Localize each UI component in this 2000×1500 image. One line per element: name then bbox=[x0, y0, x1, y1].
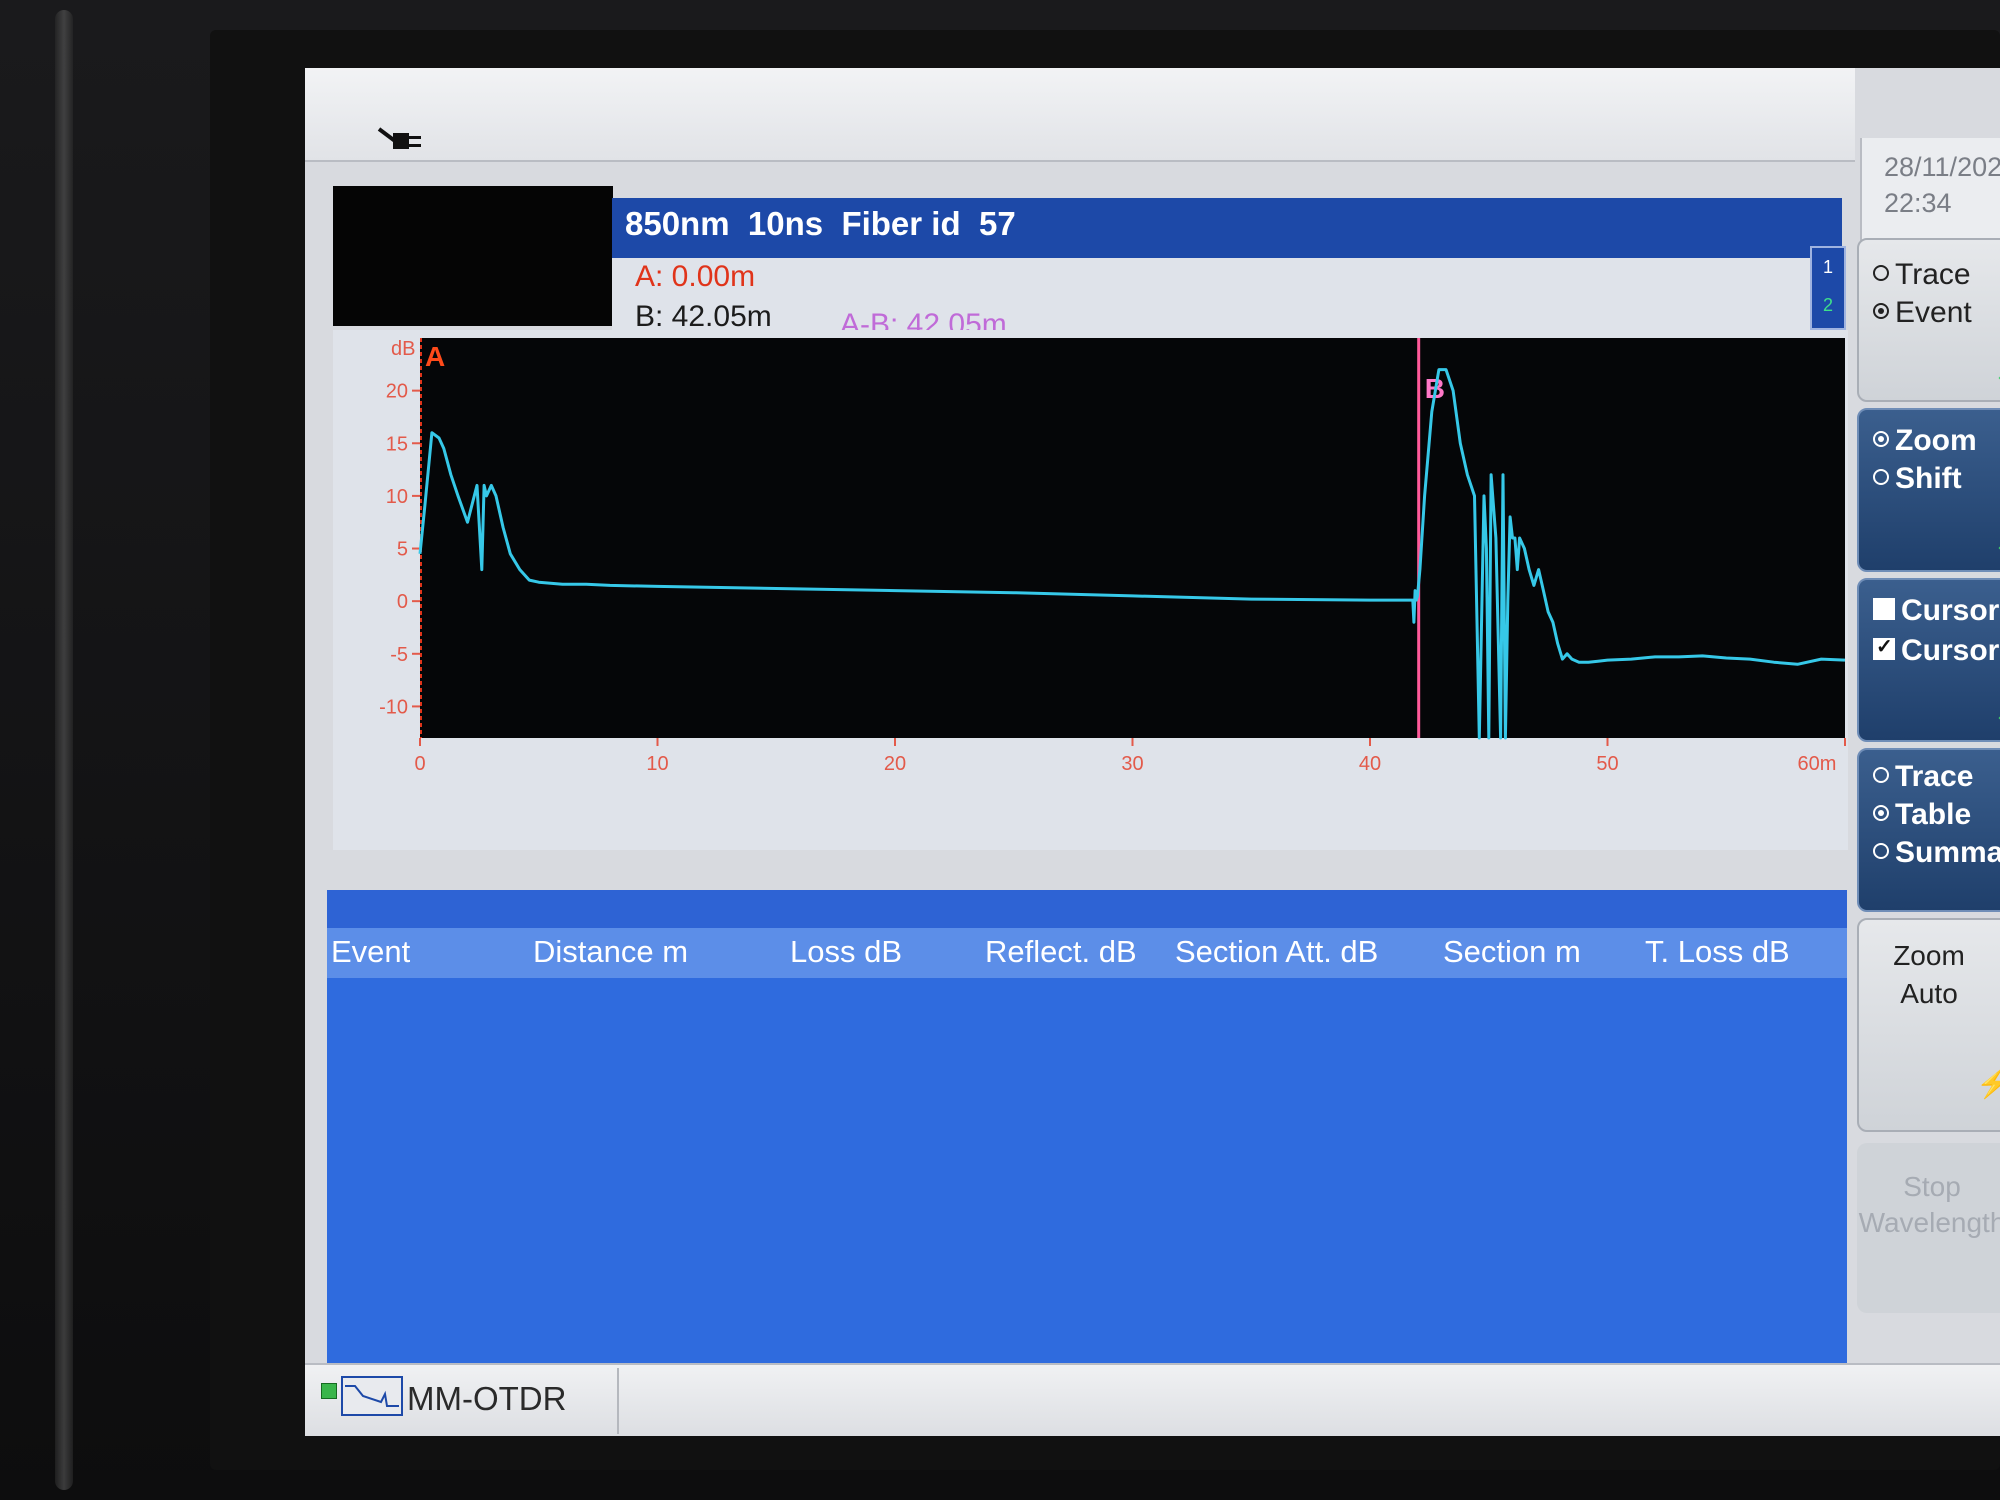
table-top-band bbox=[327, 890, 1847, 930]
y-tick-label: 0 bbox=[397, 591, 408, 613]
lightning-icon: ⚡ bbox=[1976, 1068, 2000, 1099]
x-tick-label: 60m bbox=[1798, 753, 1837, 775]
trace-title: 850nm 10ns Fiber id 57 bbox=[625, 205, 1016, 242]
y-tick-label: 15 bbox=[386, 433, 408, 455]
y-tick-label: -10 bbox=[379, 696, 408, 718]
col-total-loss[interactable]: T. Loss dB bbox=[1645, 934, 1790, 970]
zoom-auto-softkey[interactable]: Zoom Auto ⚡ bbox=[1857, 918, 2000, 1132]
trace-selector[interactable]: 1 2 bbox=[1810, 246, 1846, 330]
wavelength-label: Wavelength bbox=[1858, 1207, 2000, 1238]
zoom-shift-softkey[interactable]: Zoom Shift bbox=[1857, 408, 2000, 572]
y-tick-label: 10 bbox=[386, 486, 408, 508]
otdr-trace-chart[interactable]: dB20151050-5-100 10 20 30 40 50 60mAB bbox=[333, 330, 1848, 850]
status-divider bbox=[617, 1368, 619, 1434]
stop-label: Stop bbox=[1903, 1171, 1961, 1202]
option-trace[interactable]: Trace bbox=[1873, 258, 1971, 292]
top-bar bbox=[305, 68, 1855, 162]
x-tick-label: 10 bbox=[646, 753, 668, 775]
y-tick-label: -5 bbox=[390, 644, 408, 666]
option-view-summary[interactable]: Summary bbox=[1873, 836, 2000, 870]
col-section[interactable]: Section m bbox=[1443, 934, 1581, 970]
x-tick-label: 40 bbox=[1359, 753, 1381, 775]
trace-1-tab[interactable]: 1 bbox=[1812, 248, 1844, 286]
x-tick-label: 50 bbox=[1596, 753, 1618, 775]
date-text: 28/11/202 bbox=[1884, 152, 2000, 182]
info-left-block bbox=[333, 186, 613, 326]
cursor-info-panel bbox=[612, 258, 1812, 340]
col-reflect[interactable]: Reflect. dB bbox=[985, 934, 1137, 970]
otdr-module-icon[interactable] bbox=[341, 1376, 403, 1416]
x-tick-label: 20 bbox=[884, 753, 906, 775]
option-shift[interactable]: Shift bbox=[1873, 462, 1962, 496]
x-tick-label: 0 bbox=[414, 753, 425, 775]
col-event[interactable]: Event bbox=[331, 934, 410, 970]
option-cursor-a[interactable]: Cursor A bbox=[1873, 594, 2000, 628]
y-tick-label: 5 bbox=[397, 539, 408, 561]
option-view-trace[interactable]: Trace bbox=[1873, 760, 1973, 794]
option-event[interactable]: Event bbox=[1873, 296, 1972, 330]
col-loss[interactable]: Loss dB bbox=[790, 934, 902, 970]
option-cursor-b[interactable]: Cursor B bbox=[1873, 634, 2000, 668]
cursor-softkey[interactable]: Cursor A Cursor B bbox=[1857, 578, 2000, 742]
cursor-b-readout: B: 42.05m bbox=[635, 300, 772, 333]
col-section-att[interactable]: Section Att. dB bbox=[1175, 934, 1378, 970]
zoom-auto-label-2: Auto bbox=[1900, 978, 1958, 1009]
cursor-a-readout: A: 0.00m bbox=[635, 260, 756, 293]
otdr-screen: 28/11/202 22:34 850nm 10ns Fiber id 57 A… bbox=[305, 68, 2000, 1436]
view-softkey[interactable]: Trace Table Summary bbox=[1857, 748, 2000, 912]
power-plug-icon bbox=[377, 127, 421, 149]
trace-event-softkey[interactable]: Trace Event bbox=[1857, 238, 2000, 402]
trace-2-tab[interactable]: 2 bbox=[1812, 286, 1844, 324]
status-led bbox=[321, 1383, 337, 1399]
zoom-auto-label-1: Zoom bbox=[1893, 940, 1965, 971]
y-axis-label: dB bbox=[391, 338, 415, 360]
option-zoom[interactable]: Zoom bbox=[1873, 424, 1977, 458]
x-tick-label: 30 bbox=[1121, 753, 1143, 775]
y-tick-label: 20 bbox=[386, 381, 408, 403]
module-name[interactable]: MM-OTDR bbox=[407, 1380, 566, 1418]
cursor-a-label: A bbox=[425, 341, 445, 372]
plot-area bbox=[420, 338, 1845, 738]
time-text: 22:34 bbox=[1884, 188, 1952, 218]
stop-wavelength-softkey[interactable]: Stop Wavelength bbox=[1857, 1143, 2000, 1313]
col-distance[interactable]: Distance m bbox=[533, 934, 688, 970]
bezel-trim bbox=[55, 10, 73, 1490]
option-view-table[interactable]: Table bbox=[1873, 798, 1971, 832]
event-table-body[interactable] bbox=[327, 978, 1847, 1418]
